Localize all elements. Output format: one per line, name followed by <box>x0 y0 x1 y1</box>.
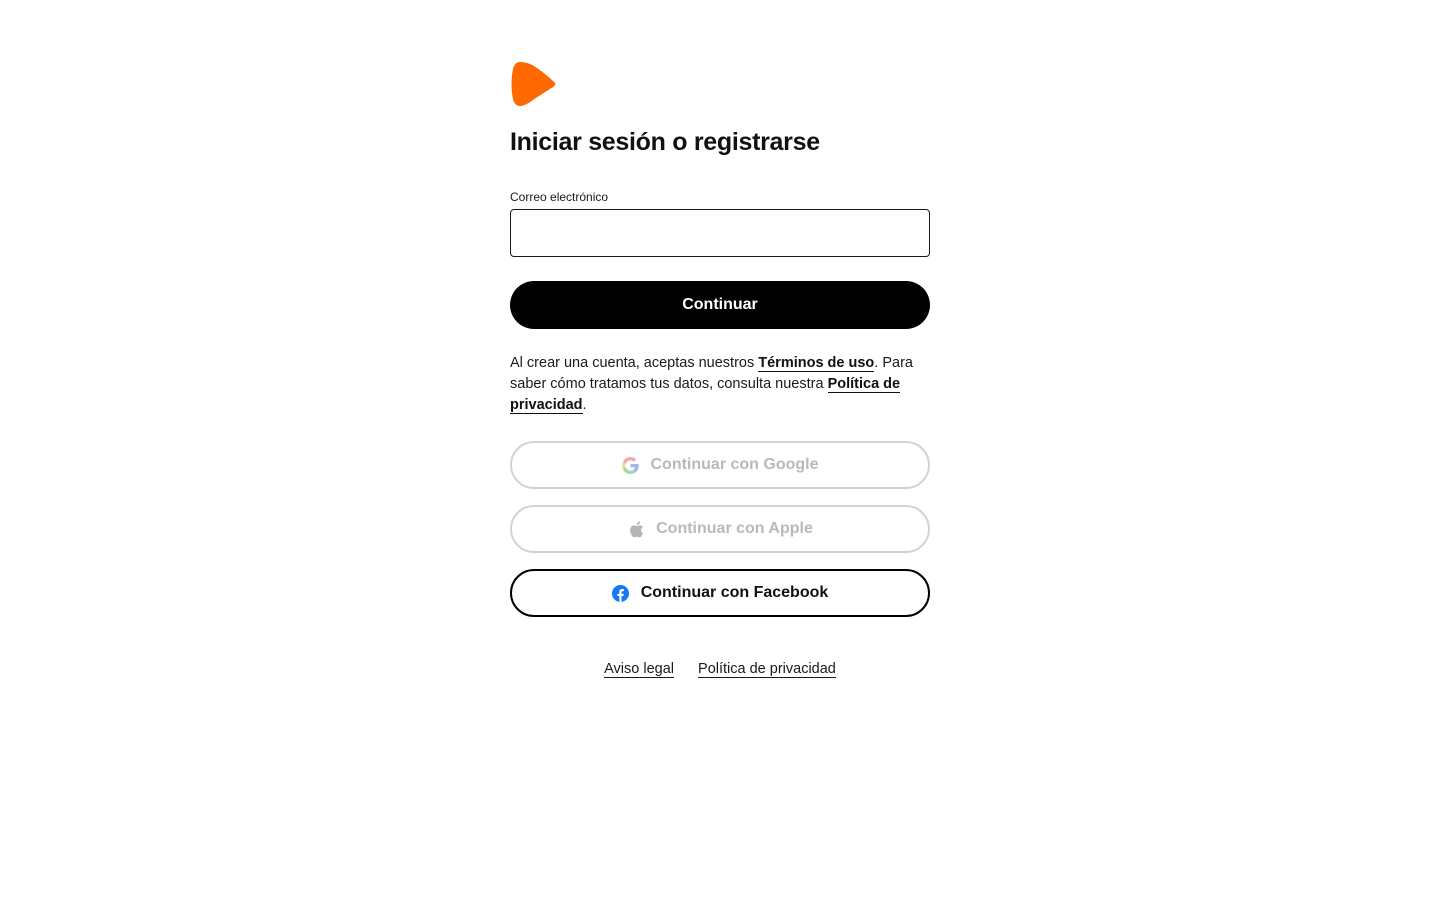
footer-links: Aviso legal Política de privacidad <box>0 659 1440 679</box>
apple-icon <box>627 520 645 538</box>
email-input[interactable] <box>510 209 930 257</box>
google-icon <box>622 456 640 474</box>
terms-of-use-link[interactable]: Términos de uso <box>758 355 875 372</box>
consent-text: Al crear una cuenta, aceptas nuestros Té… <box>510 353 930 416</box>
consent-prefix: Al crear una cuenta, aceptas nuestros <box>510 355 759 371</box>
footer-privacy-policy-link[interactable]: Política de privacidad <box>698 661 836 678</box>
google-button-label: Continuar con Google <box>650 456 819 473</box>
login-panel: Iniciar sesión o registrarse Correo elec… <box>510 60 930 633</box>
page-title: Iniciar sesión o registrarse <box>510 128 820 156</box>
continue-with-apple-button[interactable]: Continuar con Apple <box>510 505 930 553</box>
continue-with-facebook-button[interactable]: Continuar con Facebook <box>510 569 930 617</box>
facebook-button-label: Continuar con Facebook <box>640 584 829 601</box>
login-page: Iniciar sesión o registrarse Correo elec… <box>0 0 1440 900</box>
continue-button[interactable]: Continuar <box>510 281 930 329</box>
zalando-flag-icon[interactable] <box>511 60 557 108</box>
apple-button-label: Continuar con Apple <box>656 520 813 537</box>
email-label: Correo electrónico <box>510 190 609 204</box>
continue-with-google-button[interactable]: Continuar con Google <box>510 441 930 489</box>
facebook-icon <box>612 584 630 602</box>
consent-suffix: . <box>582 397 587 413</box>
social-login-list: Continuar con Google Continuar con Apple <box>510 441 930 617</box>
legal-notice-link[interactable]: Aviso legal <box>604 661 674 678</box>
